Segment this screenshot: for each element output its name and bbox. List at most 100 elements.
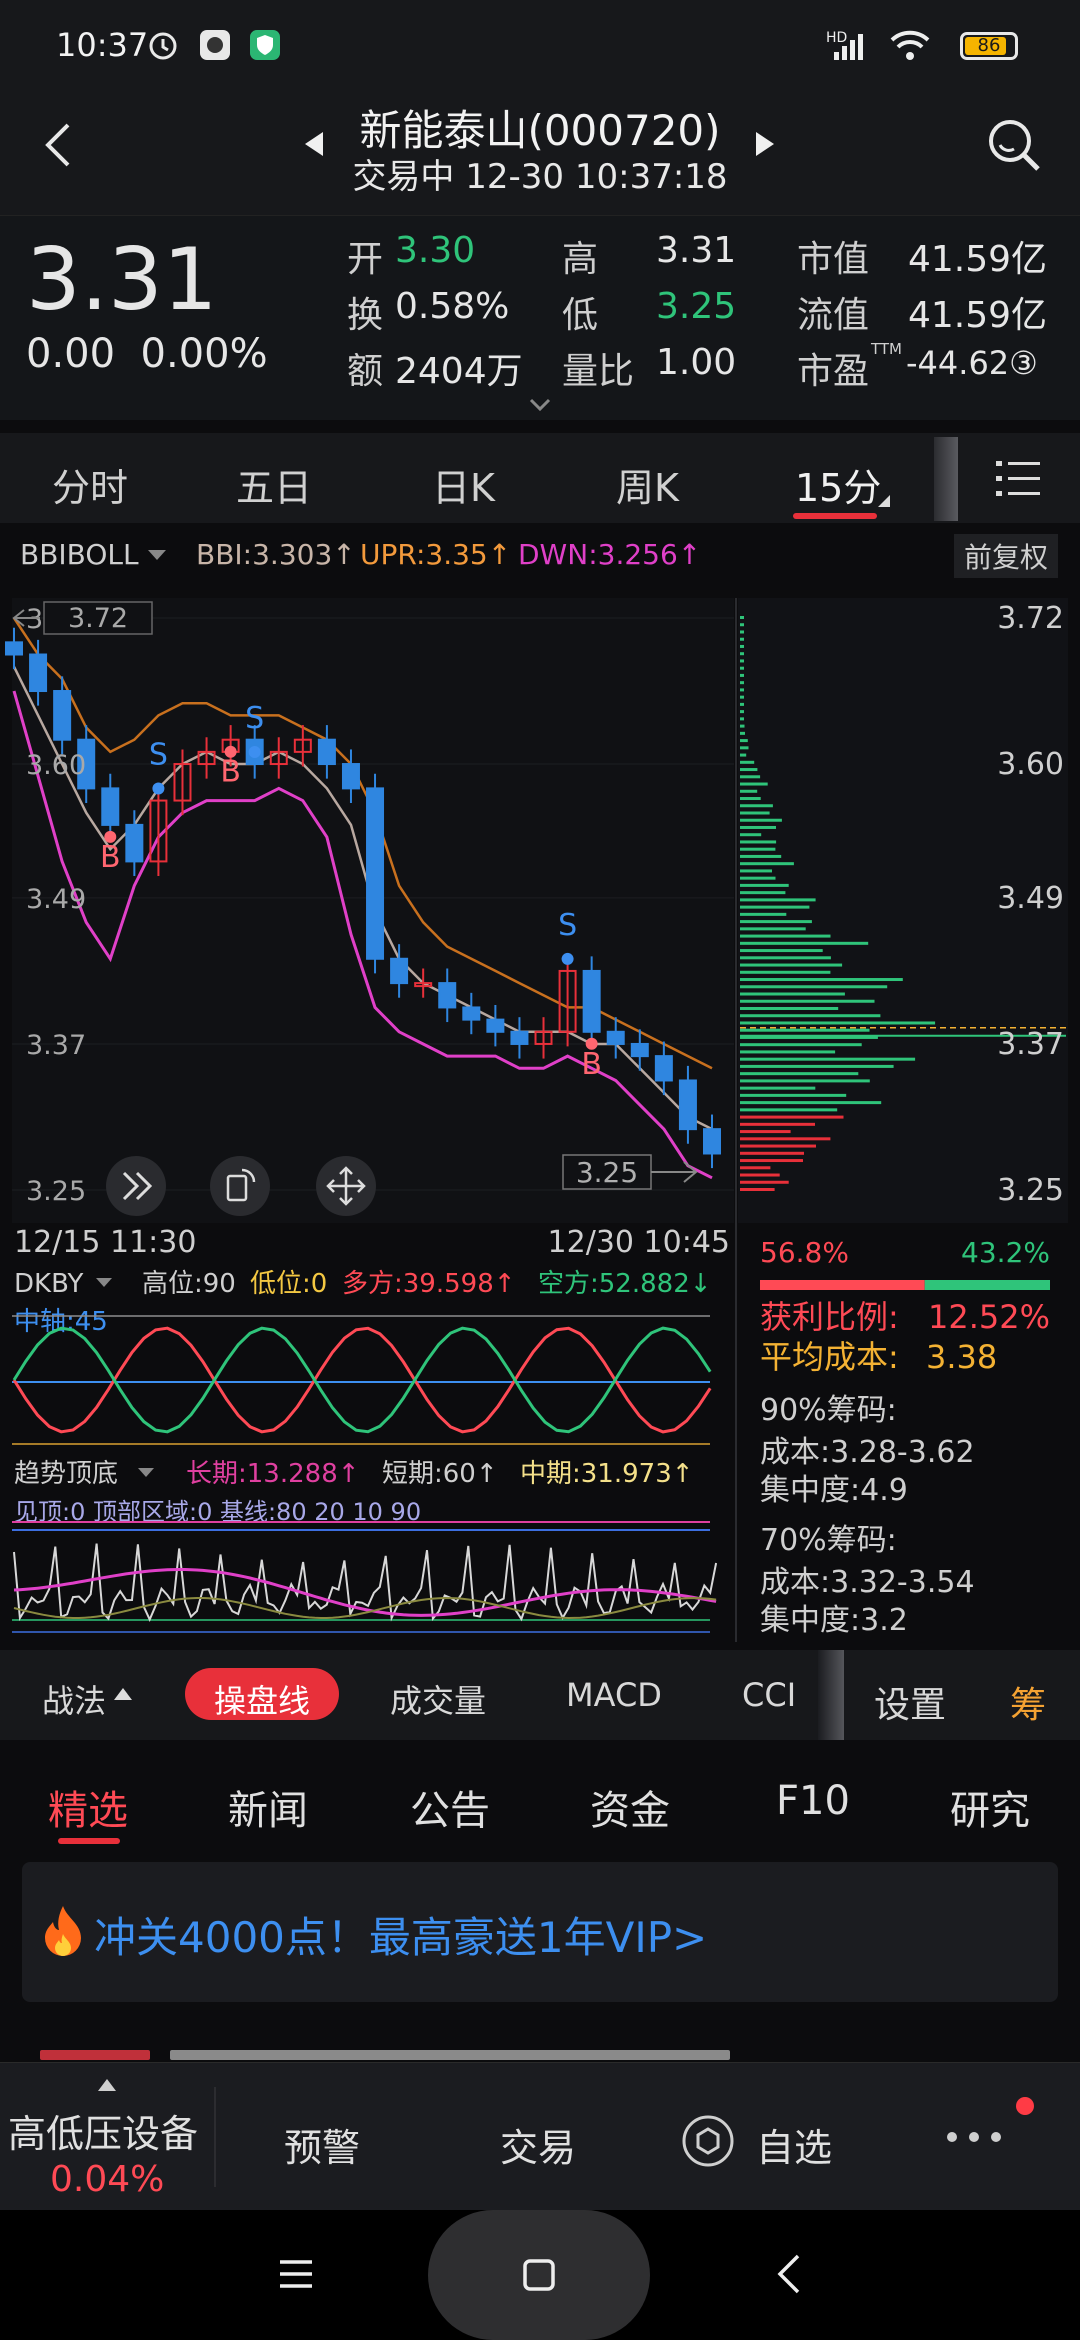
chip90-concentration: 集中度:4.9	[760, 1473, 908, 1508]
chip-bar	[740, 1137, 831, 1141]
chip70-concentration: 集中度:3.2	[760, 1603, 908, 1638]
dkby-dropdown-icon[interactable]	[96, 1278, 112, 1287]
menu-list-icon[interactable]	[994, 457, 1042, 501]
chip-bar	[740, 1093, 847, 1097]
chip-bar	[740, 637, 744, 641]
indicator-selector[interactable]: BBIBOLL	[20, 538, 139, 571]
tab-research[interactable]: 研究	[950, 1778, 1030, 1836]
chip-bar	[740, 1079, 870, 1083]
alert-button[interactable]: 预警	[284, 2117, 360, 2172]
tab-capital[interactable]: 资金	[590, 1778, 670, 1836]
chip-bar	[740, 883, 789, 887]
candle-body	[53, 690, 72, 741]
chip-bar	[740, 789, 758, 793]
dropdown-corner-icon	[878, 495, 890, 507]
indicator-dropdown-icon[interactable]	[148, 550, 166, 560]
dkby-low: 低位:0	[250, 1269, 327, 1299]
promo-banner[interactable]: 冲关4000点！最高豪送1年VIP>	[22, 1862, 1058, 2002]
strategy-up-icon[interactable]	[114, 1688, 132, 1700]
fire-icon	[45, 1906, 81, 1956]
tab-intraday[interactable]: 分时	[52, 457, 128, 512]
stock-header: 新能泰山(000720) 交易中 12-30 10:37:18	[0, 95, 1080, 215]
y-tick-right: 3.49	[997, 881, 1064, 916]
buy-signal: B	[581, 1047, 602, 1082]
cci-button[interactable]: CCI	[742, 1676, 796, 1714]
promo-text[interactable]: 冲关4000点！最高豪送1年VIP>	[94, 1904, 707, 1965]
chip-bar	[740, 1006, 839, 1010]
sector-name[interactable]: 高低压设备	[8, 2103, 198, 2158]
next-stock-icon[interactable]	[754, 131, 776, 157]
dkby-selector[interactable]: DKBY	[14, 1269, 83, 1299]
mcap-value: 41.59亿	[908, 239, 1048, 280]
expand-chevron-icon[interactable]	[529, 398, 551, 412]
strategy-menu[interactable]: 战法	[42, 1676, 106, 1722]
chip-bar	[740, 1188, 775, 1191]
chip-bar	[740, 1064, 894, 1068]
tab-five-day[interactable]: 五日	[236, 457, 312, 512]
back-nav-icon[interactable]	[776, 2254, 802, 2294]
candle-body	[29, 653, 48, 693]
max-price-label: 3.72	[68, 603, 128, 634]
tab-15min[interactable]: 15分	[795, 457, 881, 512]
tab-announcements[interactable]: 公告	[410, 1778, 490, 1836]
dkby-axis: 中轴:45	[14, 1307, 108, 1337]
tab-news[interactable]: 新闻	[228, 1778, 308, 1836]
watchlist-icon[interactable]	[680, 2113, 736, 2169]
tab-featured[interactable]: 精选	[48, 1778, 128, 1836]
chip-bar	[740, 702, 744, 706]
candle-body	[703, 1128, 721, 1155]
macd-button[interactable]: MACD	[566, 1676, 662, 1714]
app-notification-icon	[200, 30, 230, 60]
chip-bar	[740, 717, 744, 721]
rotate-button[interactable]	[210, 1156, 270, 1216]
trade-status: 交易中 12-30 10:37:18	[352, 157, 728, 197]
kline-chart[interactable]: SSSBBB 3.723.723.603.603.493.493.373.373…	[0, 590, 1080, 1650]
news-tab-indicator	[58, 1838, 120, 1844]
chip-bar	[740, 1122, 815, 1126]
y-tick-right: 3.60	[997, 747, 1064, 782]
forward-button[interactable]	[106, 1156, 166, 1216]
system-nav-bar	[0, 2210, 1080, 2340]
search-icon[interactable]	[984, 115, 1044, 175]
adjust-mode-button[interactable]: 前复权	[954, 534, 1059, 578]
settings-button[interactable]: 设置	[874, 1676, 946, 1728]
turnover-label: 换	[347, 295, 384, 336]
tab-daily[interactable]: 日K	[432, 457, 495, 512]
chip-bar	[740, 1086, 816, 1090]
trend-dropdown-icon[interactable]	[138, 1468, 154, 1477]
signal-icon	[834, 34, 863, 60]
chip-bar	[740, 941, 869, 945]
sell-signal: S	[149, 738, 168, 773]
sector-up-icon	[98, 2079, 116, 2091]
chips-button[interactable]: 筹	[1010, 1676, 1046, 1728]
trade-button[interactable]: 交易	[500, 2117, 576, 2172]
trend-mid: 中期:31.973↑	[520, 1459, 694, 1489]
amount-label: 额	[347, 351, 384, 392]
sector-change[interactable]: 0.04%	[50, 2159, 164, 2200]
news-title-peek	[170, 2050, 730, 2060]
volume-button[interactable]: 成交量	[390, 1676, 486, 1722]
tab-weekly[interactable]: 周K	[616, 457, 679, 512]
chip-bar	[740, 992, 845, 996]
chip-bar	[740, 659, 744, 663]
menu-icon[interactable]	[278, 2258, 314, 2290]
bottom-divider	[214, 2087, 216, 2187]
home-button[interactable]	[428, 2210, 650, 2340]
chip-bar	[740, 949, 823, 953]
more-icon[interactable]	[944, 2127, 1004, 2147]
trend-selector[interactable]: 趋势顶底	[14, 1459, 118, 1489]
chart-area[interactable]: SSSBBB 3.723.723.603.603.493.493.373.373…	[0, 590, 1080, 1650]
tab-divider	[934, 437, 958, 521]
float-label: 流值	[797, 295, 870, 336]
chip-bar	[740, 956, 831, 960]
tab-f10[interactable]: F10	[776, 1778, 850, 1824]
watchlist-button[interactable]: 自选	[756, 2117, 832, 2172]
operation-line-label[interactable]: 操盘线	[214, 1676, 310, 1722]
mcap-label: 市值	[797, 239, 870, 280]
bottom-action-bar: 高低压设备 0.04% 预警 交易 自选	[0, 2062, 1080, 2210]
chip-bar	[740, 652, 744, 656]
move-button[interactable]	[316, 1156, 376, 1216]
dkby-bear: 空方:52.882↓	[538, 1269, 712, 1299]
last-price: 3.31	[26, 230, 218, 330]
y-tick-left: 3.49	[26, 884, 86, 915]
